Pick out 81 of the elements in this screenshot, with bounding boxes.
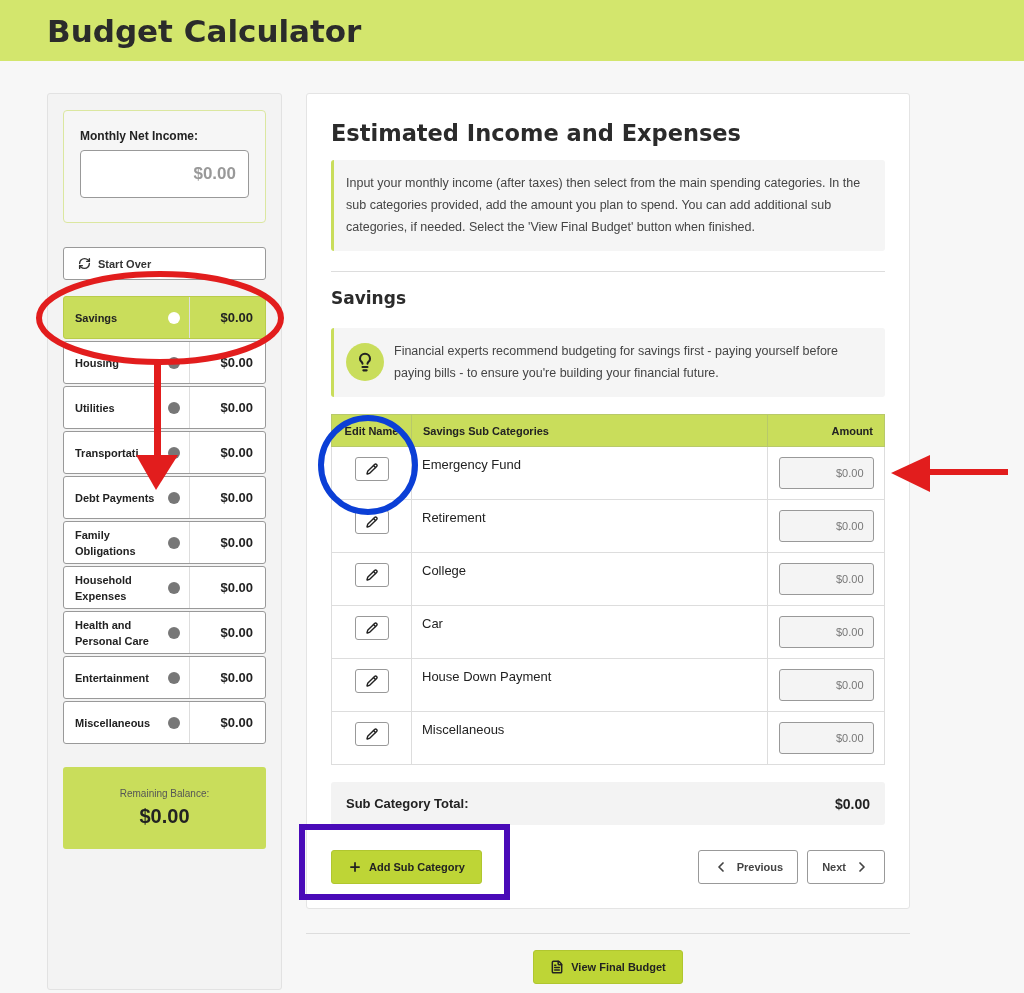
amount-field[interactable]: $0.00 xyxy=(778,510,874,542)
edit-button[interactable] xyxy=(354,722,389,746)
total-value: $0.00 xyxy=(834,795,870,812)
category-amount: $0.00 xyxy=(189,567,265,608)
table-cell: Emergency Fund xyxy=(411,446,768,500)
column-header: Savings Sub Categories xyxy=(411,414,768,447)
total-label: Sub Category Total: xyxy=(346,796,469,811)
status-dot xyxy=(168,626,180,639)
lightbulb-icon xyxy=(346,343,384,381)
category-item[interactable]: Savings $0.00 xyxy=(63,296,266,339)
category-amount: $0.00 xyxy=(189,522,265,563)
document-icon xyxy=(550,960,565,974)
amount-field[interactable]: $0.00 xyxy=(778,722,874,754)
category-item[interactable]: Utilities $0.00 xyxy=(63,386,266,429)
category-amount: $0.00 xyxy=(189,432,265,473)
intro-text: Input your monthly income (after taxes) then select from the main spending categories. In the sub categories provided, add the amount you plan to spend. You can add additional sub categories, if needed. Select the 'View Final Budget' button when finished. xyxy=(331,160,885,251)
pencil-icon xyxy=(365,516,378,528)
amount-field[interactable]: $0.00 xyxy=(778,457,874,489)
category-name: Health and Personal Care xyxy=(74,617,150,649)
category-amount: $0.00 xyxy=(189,387,265,428)
amount-field[interactable]: $0.00 xyxy=(778,563,874,595)
category-name: Miscellaneous xyxy=(74,715,152,731)
balance-label: Remaining Balance: xyxy=(119,788,210,799)
edit-button[interactable] xyxy=(354,563,389,587)
column-header: Amount xyxy=(767,414,885,447)
income-label: Monthly Net Income: xyxy=(80,129,199,143)
category-name: Family Obligations xyxy=(74,527,137,559)
table-cell: House Down Payment xyxy=(411,658,768,712)
category-name: Transportati xyxy=(74,445,140,461)
status-dot xyxy=(168,311,180,324)
balance-value: $0.00 xyxy=(139,805,190,828)
income-field[interactable]: $0.00 xyxy=(80,150,249,198)
table-cell: Car xyxy=(411,605,768,659)
view-final-budget-button[interactable]: View Final Budget xyxy=(533,950,683,984)
page-title: Budget Calculator xyxy=(47,12,362,49)
pencil-icon xyxy=(365,728,378,740)
category-amount: $0.00 xyxy=(189,657,265,698)
pencil-icon xyxy=(365,622,378,634)
category-amount: $0.00 xyxy=(189,477,265,518)
card-title: Estimated Income and Expenses xyxy=(331,120,742,146)
plus-icon xyxy=(348,860,362,874)
next-button[interactable]: Next xyxy=(807,850,885,884)
table-cell: Retirement xyxy=(411,499,768,553)
category-item[interactable]: Miscellaneous $0.00 xyxy=(63,701,266,744)
category-name: Household Expenses xyxy=(74,572,133,604)
amount-field[interactable]: $0.00 xyxy=(778,669,874,701)
status-dot xyxy=(168,716,180,729)
category-amount: $0.00 xyxy=(189,342,265,383)
category-name: Utilities xyxy=(74,400,116,416)
add-sub-category-button[interactable]: Add Sub Category xyxy=(331,850,482,884)
pencil-icon xyxy=(365,463,378,475)
previous-button[interactable]: Previous xyxy=(697,850,799,884)
edit-button[interactable] xyxy=(354,669,389,693)
category-item[interactable]: Family Obligations $0.00 xyxy=(63,521,266,564)
category-name: Savings xyxy=(74,310,119,326)
amount-field[interactable]: $0.00 xyxy=(778,616,874,648)
table-cell: Miscellaneous xyxy=(411,711,768,765)
pencil-icon xyxy=(365,675,378,687)
category-item[interactable]: Entertainment $0.00 xyxy=(63,656,266,699)
status-dot xyxy=(168,581,180,594)
category-name: Entertainment xyxy=(74,670,150,686)
status-dot xyxy=(168,671,180,684)
status-dot xyxy=(168,401,180,414)
category-amount: $0.00 xyxy=(189,612,265,653)
edit-button[interactable] xyxy=(354,616,389,640)
category-amount: $0.00 xyxy=(189,702,265,743)
category-item[interactable]: Debt Payments $0.00 xyxy=(63,476,266,519)
tip-text: Financial experts recommend budgeting for savings first - paying yourself before paying bills - to ensure you're building your financial future. xyxy=(394,343,839,382)
status-dot xyxy=(168,536,180,549)
refresh-icon xyxy=(78,257,91,270)
category-item[interactable]: Transportati $0.00 xyxy=(63,431,266,474)
pencil-icon xyxy=(365,569,378,581)
category-amount: $0.00 xyxy=(189,297,265,338)
category-item[interactable]: Household Expenses $0.00 xyxy=(63,566,266,609)
category-name: Debt Payments xyxy=(74,490,156,506)
category-item[interactable]: Health and Personal Care $0.00 xyxy=(63,611,266,654)
section-title: Savings xyxy=(331,288,407,308)
table-cell: College xyxy=(411,552,768,606)
category-name: Housing xyxy=(74,355,120,371)
edit-button[interactable] xyxy=(354,457,389,481)
status-dot xyxy=(168,491,180,504)
